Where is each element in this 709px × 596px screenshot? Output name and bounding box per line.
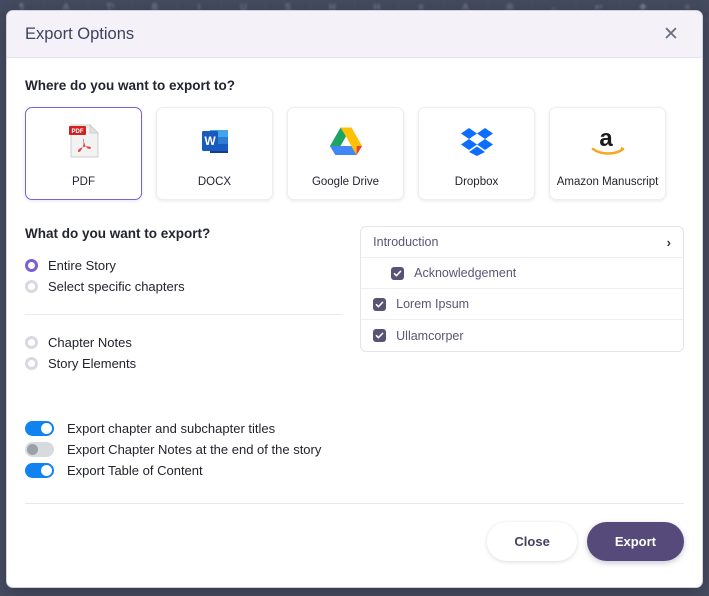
- destination-option-label: Amazon Manuscript: [556, 176, 659, 188]
- toggle-label: Export Table of Content: [67, 463, 203, 478]
- radio-label: Story Elements: [48, 356, 137, 371]
- amazon-icon: a: [588, 120, 628, 162]
- dialog-header: Export Options ✕: [7, 11, 702, 58]
- svg-text:a: a: [599, 125, 613, 152]
- radio-entire-story[interactable]: Entire Story: [25, 255, 342, 276]
- destination-option-label: Dropbox: [454, 176, 499, 188]
- destination-option-docx[interactable]: W DOCX: [156, 107, 273, 200]
- export-options-dialog: Export Options ✕ Where do you want to ex…: [6, 10, 703, 588]
- chevron-right-icon[interactable]: ›: [667, 236, 671, 249]
- export-button[interactable]: Export: [586, 522, 684, 561]
- destination-option-label: PDF: [72, 176, 95, 188]
- toggle-label: Export chapter and subchapter titles: [67, 421, 276, 436]
- dialog-title: Export Options: [25, 24, 135, 43]
- dialog-body: Where do you want to export to? PDF PDF: [7, 58, 702, 481]
- toggle-export-chapter-notes-at-end[interactable]: Export Chapter Notes at the end of the s…: [25, 439, 342, 460]
- radio-label: Chapter Notes: [48, 335, 132, 350]
- toggle-switch-on[interactable]: [25, 421, 54, 436]
- chapter-row-ullamcorper[interactable]: Ullamcorper: [361, 320, 683, 351]
- toggle-export-table-of-content[interactable]: Export Table of Content: [25, 460, 342, 481]
- chapter-list: Introduction › Acknowledgement Lorem Ips…: [360, 226, 684, 352]
- dialog-footer: Close Export: [7, 504, 702, 561]
- chapter-row-introduction[interactable]: Introduction ›: [361, 227, 683, 258]
- google-drive-icon: [329, 120, 363, 162]
- chapter-label: Acknowledgement: [414, 266, 517, 280]
- checkbox-checked-icon[interactable]: [391, 266, 405, 280]
- divider: [25, 314, 343, 315]
- toggle-switch-off[interactable]: [25, 442, 54, 457]
- scope-column: What do you want to export? Entire Story…: [25, 226, 343, 481]
- dropbox-icon: [460, 120, 494, 162]
- chapter-label: Introduction: [373, 235, 439, 249]
- radio-unselected-icon: [25, 280, 38, 293]
- destination-heading: Where do you want to export to?: [25, 78, 235, 93]
- close-icon[interactable]: ✕: [658, 21, 684, 47]
- toggle-export-chapter-titles[interactable]: Export chapter and subchapter titles: [25, 418, 342, 439]
- toggle-knob: [27, 444, 38, 455]
- scope-and-chapters: What do you want to export? Entire Story…: [25, 226, 684, 481]
- svg-text:W: W: [204, 134, 216, 148]
- checkbox-checked-icon[interactable]: [373, 329, 387, 342]
- destination-option-google-drive[interactable]: Google Drive: [287, 107, 404, 200]
- destination-option-label: Google Drive: [311, 176, 380, 188]
- word-docx-icon: W: [199, 120, 231, 162]
- chapter-row-lorem-ipsum[interactable]: Lorem Ipsum: [361, 289, 683, 320]
- chapter-label: Lorem Ipsum: [396, 297, 470, 311]
- radio-chapter-notes[interactable]: Chapter Notes: [25, 332, 342, 353]
- radio-label: Select specific chapters: [48, 279, 185, 294]
- chapter-label: Ullamcorper: [396, 328, 464, 343]
- destination-option-pdf[interactable]: PDF PDF: [25, 107, 142, 200]
- pdf-icon: PDF: [67, 120, 101, 162]
- radio-unselected-icon: [25, 336, 38, 349]
- destination-options: PDF PDF W DOCX Google Drive Dropbox a Am…: [25, 107, 684, 200]
- checkbox-checked-icon[interactable]: [373, 297, 387, 311]
- close-button[interactable]: Close: [487, 522, 577, 561]
- radio-unselected-icon: [25, 357, 38, 370]
- destination-option-label: DOCX: [197, 176, 232, 188]
- destination-option-dropbox[interactable]: Dropbox: [418, 107, 535, 200]
- destination-option-amazon-manuscript[interactable]: a Amazon Manuscript: [549, 107, 666, 200]
- radio-select-specific-chapters[interactable]: Select specific chapters: [25, 276, 342, 297]
- chapter-row-acknowledgement[interactable]: Acknowledgement: [361, 258, 683, 289]
- chapter-list-column: Introduction › Acknowledgement Lorem Ips…: [360, 226, 684, 352]
- toggle-knob: [41, 423, 52, 434]
- toggle-label: Export Chapter Notes at the end of the s…: [67, 442, 322, 457]
- export-toggles: Export chapter and subchapter titles Exp…: [25, 418, 342, 481]
- radio-story-elements[interactable]: Story Elements: [25, 353, 342, 374]
- toggle-knob: [41, 465, 52, 476]
- radio-label: Entire Story: [48, 258, 116, 273]
- toggle-switch-on[interactable]: [25, 463, 54, 478]
- svg-text:PDF: PDF: [71, 129, 83, 135]
- radio-selected-icon: [25, 259, 38, 272]
- scope-heading: What do you want to export?: [25, 226, 211, 241]
